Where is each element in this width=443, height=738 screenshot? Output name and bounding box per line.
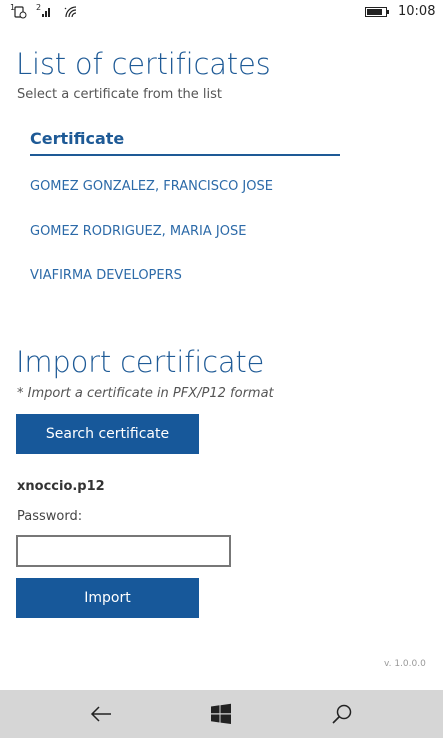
- certificate-item[interactable]: GOMEZ RODRIGUEZ, MARIA JOSE: [30, 224, 246, 239]
- sim1-signal-icon: 1: [10, 3, 30, 21]
- back-arrow-icon: [90, 706, 111, 722]
- navigation-bar: [0, 690, 443, 738]
- version-label: v. 1.0.0.0: [384, 659, 426, 669]
- password-label: Password:: [17, 509, 83, 524]
- clock: 10:08: [398, 4, 436, 19]
- sim2-signal-icon: 2: [36, 3, 56, 21]
- status-bar: 1 2 10:08: [0, 0, 443, 26]
- certificate-item[interactable]: VIAFIRMA DEVELOPERS: [30, 268, 182, 283]
- wifi-icon: [62, 3, 82, 21]
- search-icon: [332, 704, 352, 724]
- back-button[interactable]: [71, 690, 131, 738]
- certificate-item[interactable]: GOMEZ GONZALEZ, FRANCISCO JOSE: [30, 179, 273, 194]
- battery-fill: [367, 9, 383, 15]
- search-button[interactable]: [312, 690, 372, 738]
- import-button[interactable]: Import: [16, 578, 199, 618]
- import-title: Import certificate: [16, 345, 265, 379]
- column-header-underline: [30, 154, 340, 156]
- certificate-column-header: Certificate: [30, 129, 125, 148]
- password-field[interactable]: [16, 535, 231, 567]
- start-button[interactable]: [191, 690, 251, 738]
- status-icons: 1 2: [10, 3, 82, 21]
- battery-icon: [365, 7, 389, 17]
- import-subtitle: * Import a certificate in PFX/P12 format: [17, 386, 274, 401]
- certificates-title: List of certificates: [16, 47, 271, 81]
- certificates-subtitle: Select a certificate from the list: [17, 87, 223, 102]
- selected-file-name: xnoccio.p12: [17, 479, 105, 494]
- windows-start-icon: [211, 703, 231, 724]
- search-certificate-button[interactable]: Search certificate: [16, 414, 199, 454]
